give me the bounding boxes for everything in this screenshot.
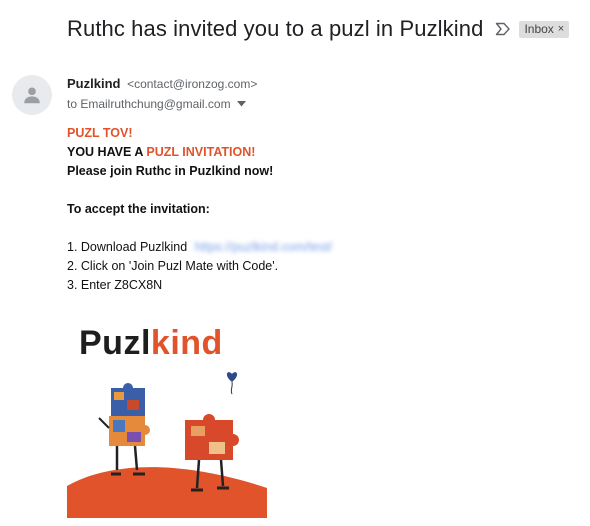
sender-name: Puzlkind [67, 76, 121, 91]
sender-avatar [12, 75, 52, 115]
inbox-label-text: Inbox [524, 21, 554, 36]
puzlkind-logo-image: Puzlkind [67, 318, 267, 518]
step-3: 3. Enter Z8CX8N [67, 278, 163, 292]
sender-line: Puzlkind <contact@ironzog.com> [67, 76, 257, 91]
step-1-text: 1. Download Puzlkind [67, 240, 188, 254]
email-body: PUZL TOV! YOU HAVE A PUZL INVITATION! Pl… [67, 124, 332, 295]
important-marker-icon[interactable] [495, 22, 511, 36]
remove-label-button[interactable]: × [558, 23, 564, 35]
recipient-text: to Emailruthchung@gmail.com [67, 97, 231, 111]
invitation-prefix: YOU HAVE A [67, 145, 147, 159]
puzzle-characters-illustration [67, 372, 267, 518]
step-1: 1. Download Puzlkind https://puzlkind.co… [67, 238, 332, 257]
person-icon [24, 87, 40, 104]
sender-email: <contact@ironzog.com> [127, 77, 258, 91]
join-line: Please join Ruthc in Puzlkind now! [67, 164, 274, 178]
greeting-line: PUZL TOV! [67, 126, 133, 140]
invitation-highlight: PUZL INVITATION! [146, 145, 256, 159]
download-link[interactable]: https://puzlkind.com/test/ [195, 240, 333, 254]
recipient-line: to Emailruthchung@gmail.com [67, 97, 246, 111]
accept-heading: To accept the invitation: [67, 202, 210, 216]
step-2: 2. Click on 'Join Puzl Mate with Code'. [67, 259, 279, 273]
inbox-label-chip: Inbox × [519, 20, 570, 38]
subject-row: Ruthc has invited you to a puzl in Puzlk… [67, 16, 570, 42]
dropdown-caret-icon[interactable] [236, 101, 246, 107]
email-subject: Ruthc has invited you to a puzl in Puzlk… [67, 16, 484, 41]
invitation-line: YOU HAVE A PUZL INVITATION! [67, 143, 332, 162]
